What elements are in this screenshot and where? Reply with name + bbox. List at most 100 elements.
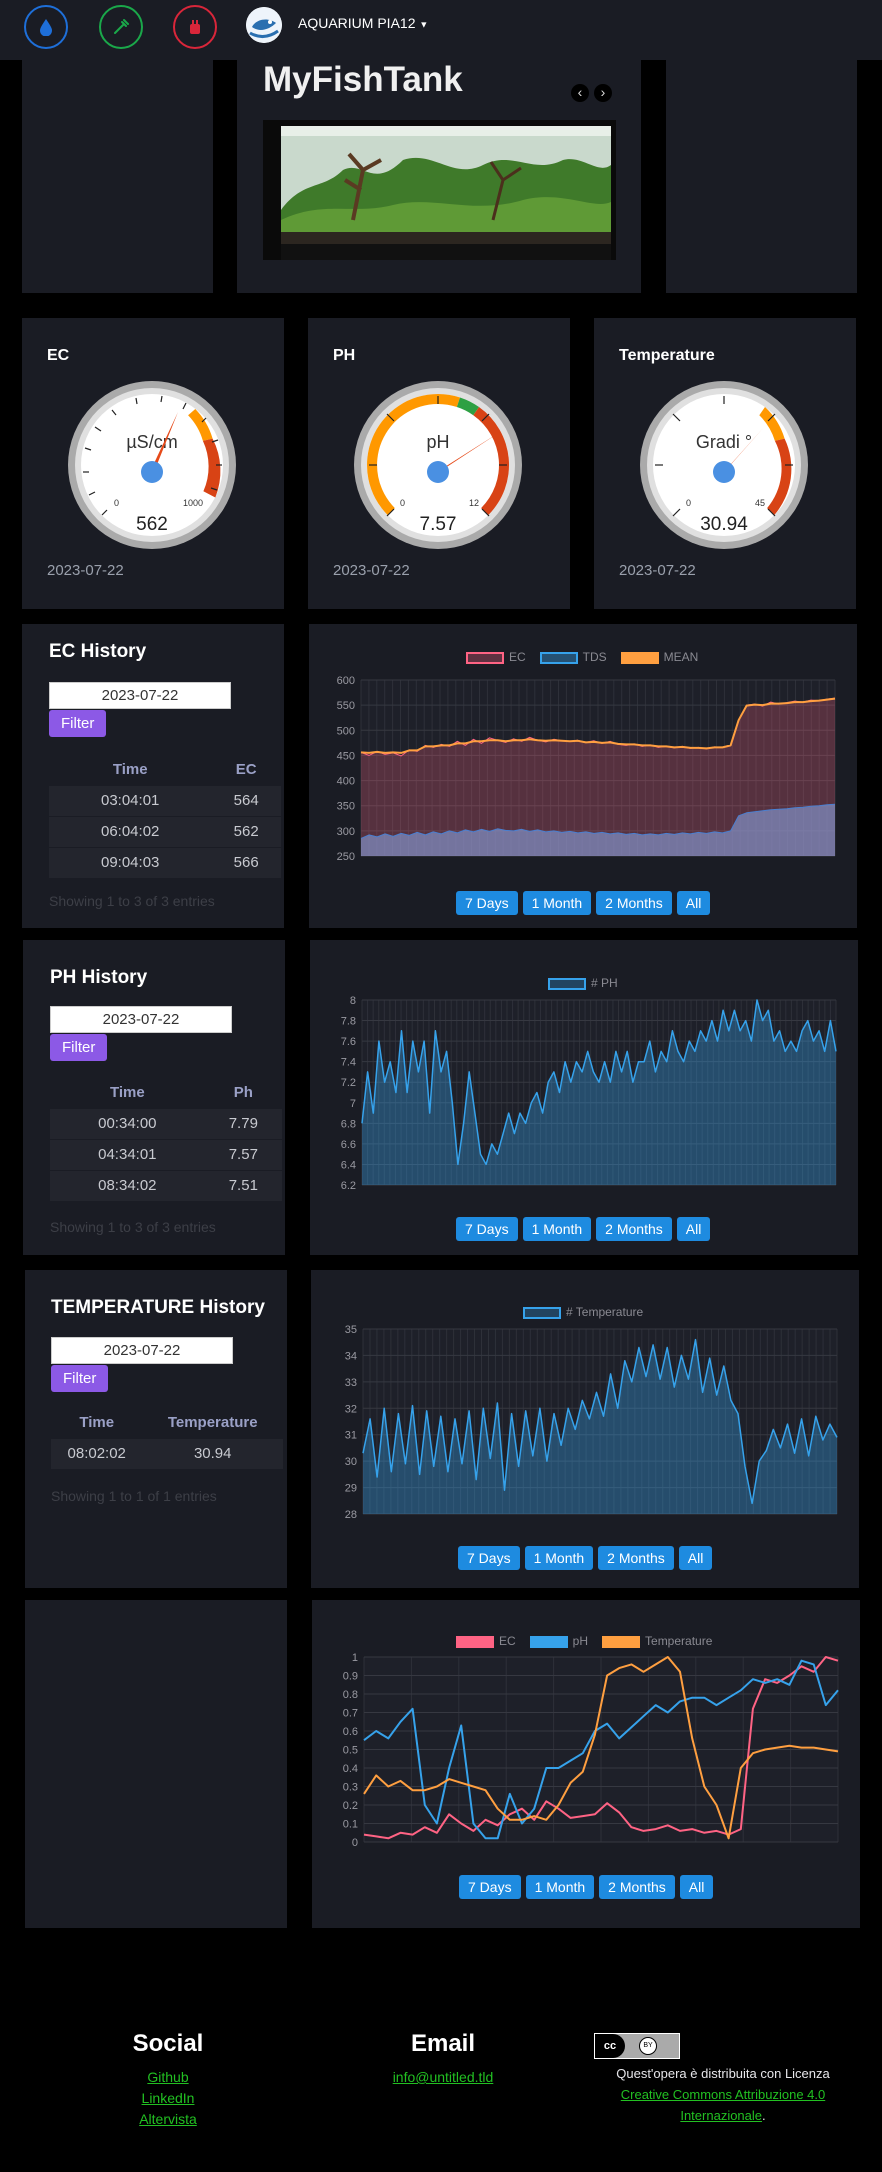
range-1month-button[interactable]: 1 Month: [524, 1546, 594, 1570]
combined-normalized-chart: 0 0.1 0.2 0.3 0.4 0.5 0.6 0.7 0.8 0.9 1: [343, 1652, 839, 1849]
gauge-title: Temperature: [619, 347, 715, 364]
range-all-button[interactable]: All: [676, 891, 711, 915]
gauge-date: 2023-07-22: [47, 562, 124, 579]
date-input[interactable]: [49, 682, 231, 709]
y-tick-label: 400: [337, 776, 355, 788]
gauge-card-ec: EC µS/cm 0 1000 562 2023-07-22: [22, 318, 284, 609]
legend-item[interactable]: Temperature: [602, 1634, 712, 1648]
y-tick-label: 0.1: [343, 1819, 358, 1831]
filter-button[interactable]: Filter: [49, 710, 107, 737]
gauge-unit: Gradi °: [696, 432, 752, 452]
top-navbar: AQUARIUM PIA12 ▼: [0, 0, 882, 60]
table-cell: 7.79: [204, 1107, 282, 1139]
gauge-max: 12: [469, 498, 479, 508]
brand-dropdown[interactable]: AQUARIUM PIA12 ▼: [298, 15, 428, 31]
gauge-unit: pH: [426, 432, 449, 452]
table-header[interactable]: Time: [49, 754, 211, 785]
table-header[interactable]: Time: [51, 1407, 142, 1438]
legend-item[interactable]: TDS: [539, 650, 607, 664]
carousel-prev-button[interactable]: ‹: [571, 84, 589, 102]
y-tick-label: 6.2: [341, 1180, 356, 1192]
altervista-link[interactable]: Altervista: [98, 2111, 238, 2127]
legend-item[interactable]: # PH: [548, 976, 618, 990]
y-tick-label: 550: [337, 700, 355, 712]
y-tick-label: 6.8: [341, 1118, 356, 1130]
range-2months-button[interactable]: 2 Months: [596, 1217, 672, 1241]
legend-item[interactable]: pH: [529, 1634, 588, 1648]
range-1month-button[interactable]: 1 Month: [522, 891, 592, 915]
range-7days-button[interactable]: 7 Days: [459, 1875, 521, 1899]
pipette-button[interactable]: [99, 5, 143, 49]
history-table: Time Ph 00:34:00 7.79 04:34:01 7.57 08:34:02 7.…: [50, 1077, 282, 1201]
power-plug-icon: [190, 20, 200, 34]
table-cell: 08:02:02: [51, 1437, 143, 1469]
table-header[interactable]: Time: [50, 1077, 205, 1108]
ph-gauge: pH 0 12 7.57: [354, 381, 522, 549]
table-header[interactable]: EC: [211, 754, 281, 785]
range-1month-button[interactable]: 1 Month: [525, 1875, 595, 1899]
legend-item[interactable]: MEAN: [620, 650, 698, 664]
range-all-button[interactable]: All: [679, 1875, 714, 1899]
cc-license-badge[interactable]: cc BY: [594, 2033, 680, 2059]
chart-legend: EC TDS MEAN: [466, 650, 698, 664]
ec-gauge: µS/cm 0 1000 562: [68, 381, 236, 549]
cc-icon: cc: [595, 2034, 625, 2058]
water-drop-icon: [40, 19, 52, 36]
range-2months-button[interactable]: 2 Months: [598, 1546, 674, 1570]
linkedin-link[interactable]: LinkedIn: [98, 2090, 238, 2106]
range-7days-button[interactable]: 7 Days: [456, 891, 518, 915]
range-all-button[interactable]: All: [676, 1217, 711, 1241]
filter-button[interactable]: Filter: [50, 1034, 108, 1061]
ec-chart-card: EC TDS MEAN 250 300 350 400 450 500 550 600 7 D…: [309, 624, 857, 928]
table-header[interactable]: Ph: [205, 1077, 282, 1108]
brand-logo[interactable]: [246, 7, 282, 43]
y-tick-label: 0.7: [343, 1708, 358, 1720]
y-tick-label: 32: [345, 1403, 357, 1415]
legend-item[interactable]: EC: [466, 650, 526, 664]
range-7days-button[interactable]: 7 Days: [458, 1546, 520, 1570]
history-table: Time EC 03:04:01 564 06:04:02 562 09:04:03 566: [49, 754, 281, 878]
range-2months-button[interactable]: 2 Months: [596, 891, 672, 915]
range-all-button[interactable]: All: [678, 1546, 713, 1570]
table-row: 08:34:02 7.51: [50, 1169, 282, 1201]
by-icon: BY: [639, 2037, 657, 2055]
water-drop-button[interactable]: [24, 5, 68, 49]
history-title: PH History: [50, 967, 148, 988]
table-cell: 564: [211, 784, 281, 816]
gauge-max: 1000: [183, 498, 203, 508]
gauge-value: 7.57: [420, 514, 457, 535]
table-cell: 00:34:00: [50, 1107, 205, 1139]
github-link[interactable]: Github: [98, 2069, 238, 2085]
y-tick-label: 7: [350, 1098, 356, 1110]
email-link[interactable]: info@untitled.tld: [363, 2069, 523, 2085]
page-title: MyFishTank: [263, 60, 463, 99]
table-row: 08:02:02 30.94: [51, 1437, 283, 1469]
hero-left-panel: [22, 60, 213, 293]
y-tick-label: 350: [337, 801, 355, 813]
license-text: Quest'opera è distribuita con Licenza Cr…: [598, 2063, 848, 2126]
license-link[interactable]: Creative Commons Attribuzione 4.0 Intern…: [621, 2087, 825, 2123]
legend-item[interactable]: EC: [456, 1634, 516, 1648]
carousel-next-button[interactable]: ›: [594, 84, 612, 102]
y-tick-label: 0.5: [343, 1745, 358, 1757]
y-tick-label: 29: [345, 1483, 357, 1495]
gauge-title: EC: [47, 347, 70, 364]
date-input[interactable]: [50, 1006, 232, 1033]
filter-button[interactable]: Filter: [51, 1365, 109, 1392]
range-7days-button[interactable]: 7 Days: [456, 1217, 518, 1241]
gauge-min: 0: [114, 498, 119, 508]
y-tick-label: 35: [345, 1324, 357, 1336]
range-1month-button[interactable]: 1 Month: [522, 1217, 592, 1241]
y-tick-label: 0.2: [343, 1800, 358, 1812]
y-tick-label: 7.8: [341, 1016, 356, 1028]
table-header[interactable]: Temperature: [142, 1407, 283, 1438]
gauge-title: PH: [333, 347, 356, 364]
range-2months-button[interactable]: 2 Months: [599, 1875, 675, 1899]
gauge-min: 0: [686, 498, 691, 508]
date-input[interactable]: [51, 1337, 233, 1364]
y-tick-label: 0: [352, 1837, 358, 1849]
power-plug-button[interactable]: [173, 5, 217, 49]
gauge-max: 45: [755, 498, 765, 508]
legend-item[interactable]: # Temperature: [523, 1305, 643, 1319]
chevron-right-icon: ›: [600, 84, 606, 100]
